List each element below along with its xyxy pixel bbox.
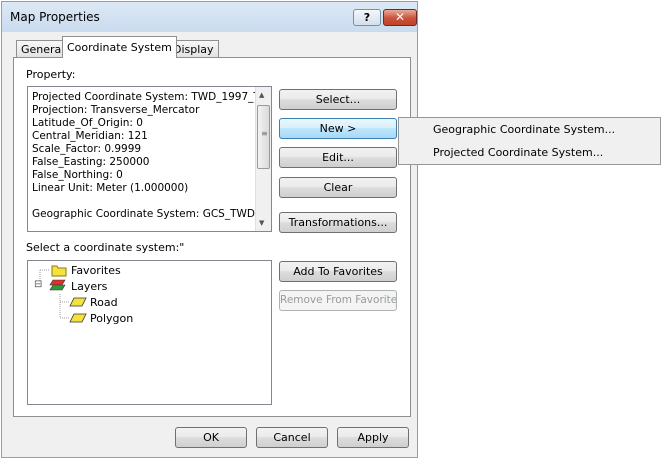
property-line: False_Northing: 0 — [32, 169, 123, 181]
tab-coordinate-system[interactable]: Coordinate System — [62, 36, 177, 58]
scroll-thumb[interactable]: ≡ — [257, 105, 270, 169]
cancel-button[interactable]: Cancel — [256, 427, 328, 448]
menu-item-projected[interactable]: Projected Coordinate System... — [433, 146, 603, 159]
select-coordinate-system-label: Select a coordinate system:" — [26, 241, 185, 254]
help-button[interactable]: ? — [353, 9, 381, 26]
property-label: Property: — [26, 68, 76, 81]
clear-button[interactable]: Clear — [279, 177, 397, 198]
edit-button[interactable]: Edit... — [279, 147, 397, 168]
tree-node-polygon[interactable]: Polygon — [90, 312, 133, 325]
coordinate-system-tree[interactable]: Favorites ⊟ Layers Road Polygon — [27, 260, 272, 405]
property-line: False_Easting: 250000 — [32, 156, 150, 168]
title-bar[interactable]: Map Properties ? ✕ — [2, 2, 417, 32]
dialog-title: Map Properties — [10, 10, 100, 24]
property-scrollbar[interactable]: ▲ ≡ ▼ — [255, 87, 271, 231]
property-line: Linear Unit: Meter (1.000000) — [32, 182, 189, 194]
tree-node-favorites[interactable]: Favorites — [71, 264, 121, 277]
property-line: Geographic Coordinate System: GCS_TWD_19… — [32, 208, 272, 220]
collapse-icon[interactable]: ⊟ — [34, 279, 42, 290]
tree-node-road[interactable]: Road — [90, 296, 118, 309]
tree-node-layers[interactable]: Layers — [71, 280, 107, 293]
property-line: Central_Meridian: 121 — [32, 130, 148, 142]
new-button[interactable]: New > — [279, 118, 397, 139]
property-line: Scale_Factor: 0.9999 — [32, 143, 142, 155]
property-line: Latitude_Of_Origin: 0 — [32, 117, 143, 129]
ok-button[interactable]: OK — [175, 427, 247, 448]
new-dropdown-menu: Geographic Coordinate System... Projecte… — [398, 117, 661, 165]
layer-icon — [69, 313, 87, 323]
layers-icon — [49, 279, 66, 291]
select-button[interactable]: Select... — [279, 89, 397, 110]
menu-item-geographic[interactable]: Geographic Coordinate System... — [433, 123, 615, 136]
remove-from-favorites-button[interactable]: Remove From Favorites — [279, 290, 397, 311]
close-button[interactable]: ✕ — [383, 9, 417, 26]
property-line: Projected Coordinate System: TWD_1997_TM — [32, 91, 269, 103]
property-textbox[interactable]: Projected Coordinate System: TWD_1997_TM… — [27, 86, 272, 232]
layer-icon — [69, 297, 87, 307]
transformations-button[interactable]: Transformations... — [279, 212, 397, 233]
add-to-favorites-button[interactable]: Add To Favorites — [279, 261, 397, 282]
property-line: Projection: Transverse_Mercator — [32, 104, 200, 116]
scroll-down-icon[interactable]: ▼ — [259, 219, 264, 227]
scroll-up-icon[interactable]: ▲ — [259, 91, 264, 99]
folder-icon — [51, 265, 67, 277]
grip-icon: ≡ — [261, 129, 268, 138]
apply-button[interactable]: Apply — [337, 427, 409, 448]
